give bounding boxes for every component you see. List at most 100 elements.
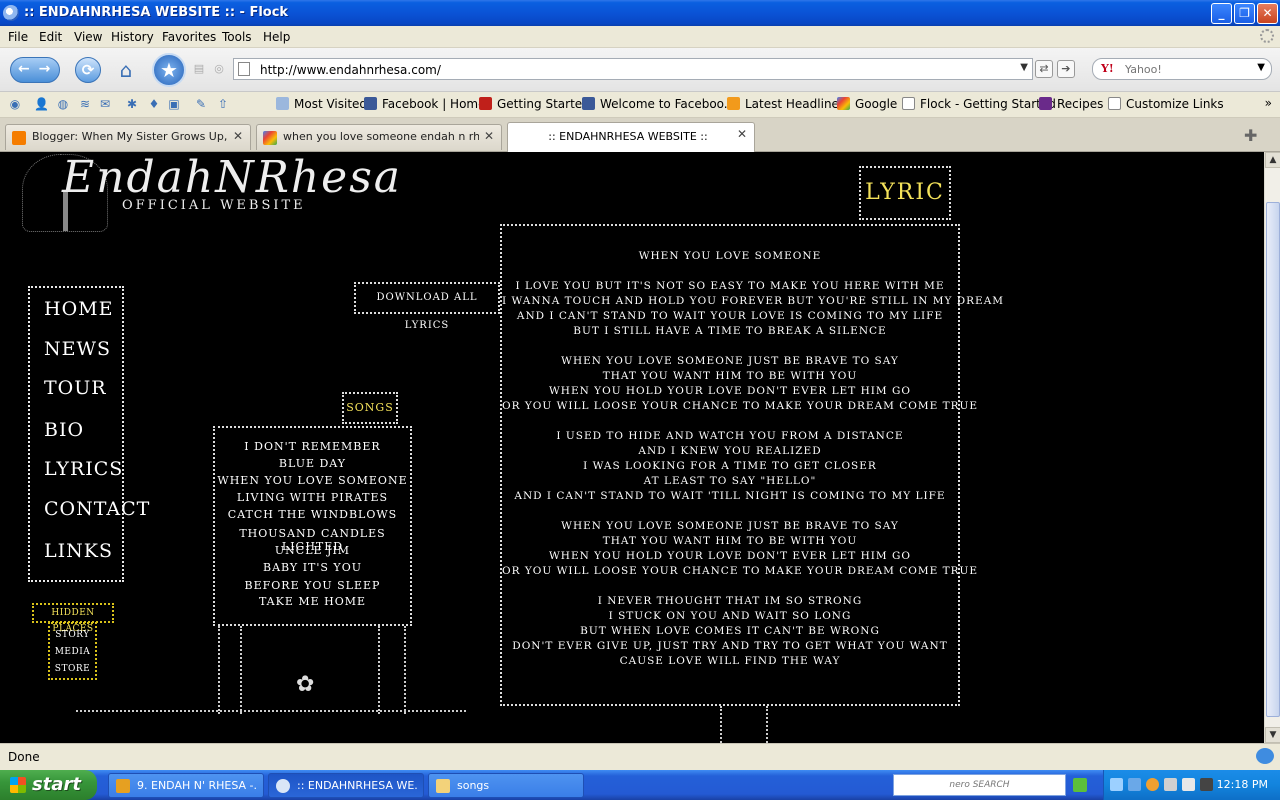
lyric-line: WHEN YOU LOVE SOMEONE JUST BE BRAVE TO S… (561, 520, 899, 532)
vertical-scrollbar[interactable]: ▲ ▼ (1264, 152, 1280, 743)
close-tab-icon[interactable]: ✕ (737, 127, 747, 141)
blog-pen-icon[interactable]: ✎ (194, 97, 208, 111)
web-clip-icon[interactable]: ▤ (192, 62, 206, 76)
song-item[interactable]: UNCLE JIM (215, 544, 410, 557)
song-item[interactable]: BLUE DAY (215, 457, 410, 470)
maximize-button[interactable]: ❐ (1234, 3, 1255, 24)
nav-bio[interactable]: BIO (44, 419, 84, 441)
nav-tour[interactable]: TOUR (44, 377, 107, 399)
song-item[interactable]: CATCH THE WINDBLOWS (215, 508, 410, 521)
tab-endahnrhesa[interactable]: :: ENDAHNRHESA WEBSITE :: ✕ (507, 122, 755, 152)
menu-history[interactable]: History (111, 30, 154, 44)
media-icon[interactable]: ◍ (56, 97, 70, 111)
close-tab-icon[interactable]: ✕ (484, 129, 494, 143)
new-tab-icon[interactable]: ✚ (1244, 126, 1257, 145)
tray-arrow-icon[interactable] (1110, 778, 1123, 791)
nav-home[interactable]: HOME (44, 298, 113, 320)
mail-icon[interactable]: ✉ (98, 97, 112, 111)
menu-edit[interactable]: Edit (39, 30, 62, 44)
logo-name: EndahNRhesa (62, 152, 403, 203)
back-forward-button[interactable] (10, 57, 60, 83)
minimize-button[interactable]: _ (1211, 3, 1232, 24)
nero-search-box[interactable]: nero SEARCH (893, 774, 1066, 796)
nav-contact[interactable]: CONTACT (44, 498, 150, 520)
lyric-title: LYRIC (859, 166, 951, 220)
tab-label: Blogger: When My Sister Grows Up, - C... (32, 130, 228, 143)
page-action-icon[interactable]: ⇄ (1035, 60, 1053, 78)
song-item[interactable]: TAKE ME HOME (215, 595, 410, 608)
song-item[interactable]: I DON'T REMEMBER (215, 440, 410, 453)
menu-view[interactable]: View (74, 30, 102, 44)
network-tray-icon[interactable] (1128, 778, 1141, 791)
taskbar-item-flock[interactable]: :: ENDAHNRHESA WE... (268, 773, 424, 798)
network-icon[interactable]: ◉ (8, 97, 22, 111)
menu-help[interactable]: Help (263, 30, 290, 44)
menu-file[interactable]: File (8, 30, 28, 44)
hidden-link-store[interactable]: STORE (50, 664, 95, 674)
chevron-more-icon[interactable]: » (1265, 96, 1272, 110)
star-bookmark-icon[interactable]: ★ (152, 53, 186, 87)
go-arrow-icon[interactable] (1073, 778, 1087, 792)
speaker-tray-icon[interactable] (1182, 778, 1195, 791)
address-bar[interactable]: http://www.endahnrhesa.com/ ▼ (233, 58, 1033, 80)
bookmark-flock-getting-started[interactable]: Flock - Getting Started (902, 97, 1056, 111)
scroll-up-arrow-icon[interactable]: ▲ (1265, 152, 1280, 168)
search-box[interactable]: Y! ▼ (1092, 58, 1272, 80)
bookmark-facebook-home[interactable]: Facebook | Home (364, 97, 486, 111)
lyric-line: THAT YOU WANT HIM TO BE WITH YOU (602, 370, 858, 382)
home-icon[interactable]: ⌂ (114, 58, 138, 82)
bookmark-welcome-facebook[interactable]: Welcome to Faceboo... (582, 97, 735, 111)
favorites-pin-icon[interactable]: ♦ (147, 97, 161, 111)
hidden-link-story[interactable]: STORY (50, 630, 95, 640)
chat-bubble-icon[interactable] (1256, 748, 1274, 764)
nav-links[interactable]: LINKS (44, 540, 113, 562)
song-item[interactable]: WHEN YOU LOVE SOMEONE (215, 474, 410, 487)
reload-icon[interactable]: ⟳ (75, 57, 101, 83)
start-button[interactable]: start (0, 770, 97, 800)
tools-icon[interactable]: ✱ (125, 97, 139, 111)
bookmark-google[interactable]: Google (837, 97, 897, 111)
bookmark-getting-started[interactable]: Getting Started (479, 97, 590, 111)
song-item[interactable]: BEFORE YOU SLEEP (215, 579, 410, 592)
search-input[interactable] (1125, 61, 1245, 77)
bookmark-folder-icon (276, 97, 289, 110)
tab-google-search[interactable]: when you love someone endah n rhesa ... … (256, 124, 502, 150)
chevron-down-icon[interactable]: ▼ (1257, 62, 1265, 73)
feeds-icon[interactable]: ≋ (78, 97, 92, 111)
go-arrow-icon[interactable]: ➔ (1056, 60, 1075, 78)
accounts-icon[interactable]: ▣ (167, 97, 181, 111)
lyric-line: WHEN YOU LOVE SOMEONE (638, 250, 822, 262)
menu-tools[interactable]: Tools (222, 30, 252, 44)
taskbar-item-songs-folder[interactable]: songs (428, 773, 584, 798)
taskbar-item-winamp[interactable]: 9. ENDAH N' RHESA -... (108, 773, 264, 798)
chevron-down-icon[interactable]: ▼ (1020, 62, 1028, 73)
people-icon[interactable]: 👤 (34, 97, 49, 111)
nav-news[interactable]: NEWS (44, 338, 111, 360)
download-all-lyrics-button[interactable]: DOWNLOAD ALL LYRICS (354, 282, 500, 331)
url-text[interactable]: http://www.endahnrhesa.com/ (260, 63, 441, 77)
flock-icon (276, 779, 290, 793)
menu-favorites[interactable]: Favorites (162, 30, 216, 44)
song-item[interactable]: BABY IT'S YOU (215, 561, 410, 574)
bookmark-most-visited[interactable]: Most Visited (276, 97, 367, 111)
upload-icon[interactable]: ⇧ (216, 97, 230, 111)
hidden-places-title: HIDDEN PLACES (32, 603, 114, 634)
facebook-icon (364, 97, 377, 110)
bookmark-recipes[interactable]: Recipes (1039, 97, 1103, 111)
messenger-tray-icon[interactable] (1146, 778, 1159, 791)
eye-tray-icon[interactable] (1164, 778, 1177, 791)
close-button[interactable]: ✕ (1257, 3, 1278, 24)
nav-lyrics[interactable]: LYRICS (44, 458, 123, 480)
scroll-down-arrow-icon[interactable]: ▼ (1265, 727, 1280, 743)
camera-tray-icon[interactable] (1200, 778, 1213, 791)
hidden-link-media[interactable]: MEDIA (50, 647, 95, 657)
close-tab-icon[interactable]: ✕ (233, 129, 243, 143)
rss-feed-icon[interactable]: ◎ (212, 62, 226, 76)
bookmark-customize-links[interactable]: Customize Links (1108, 97, 1224, 111)
bookmark-latest-headlines[interactable]: Latest Headlines (727, 97, 845, 111)
tab-blogger[interactable]: Blogger: When My Sister Grows Up, - C...… (5, 124, 251, 150)
lyric-line: THAT YOU WANT HIM TO BE WITH YOU (602, 535, 858, 547)
song-item[interactable]: LIVING WITH PIRATES (215, 491, 410, 504)
site-logo[interactable]: EndahNRhesa OFFICIAL WEBSITE (22, 152, 400, 234)
scrollbar-thumb[interactable] (1266, 202, 1280, 717)
